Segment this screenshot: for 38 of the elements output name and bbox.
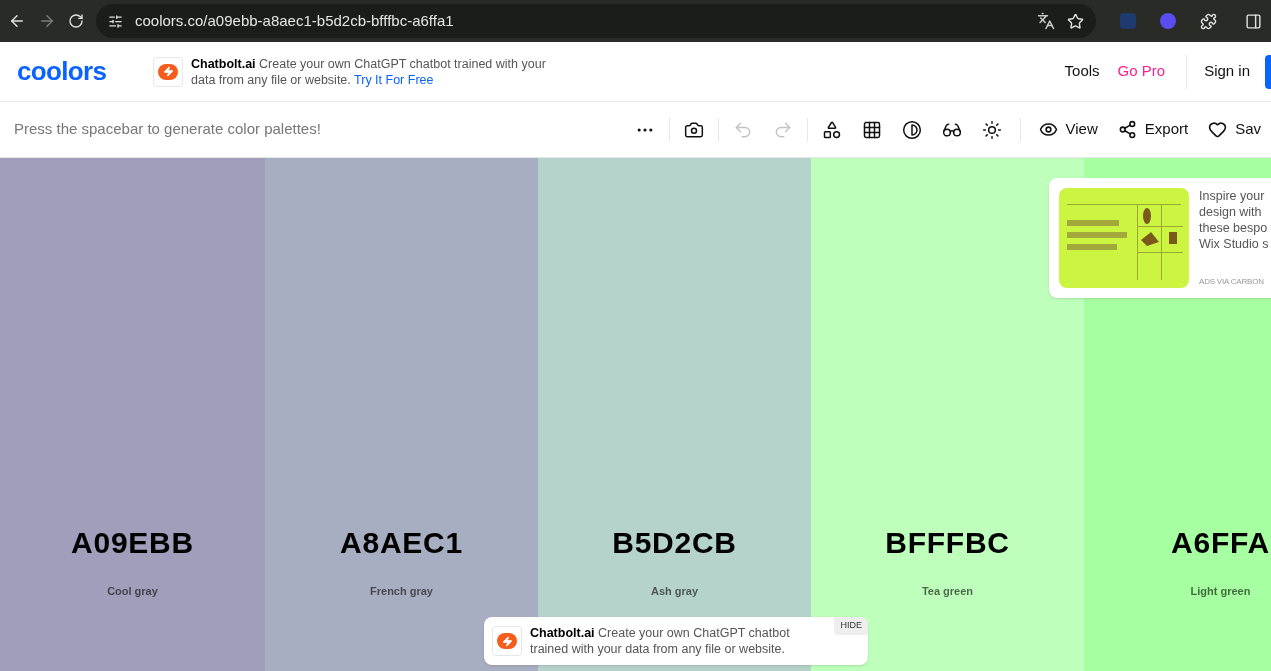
hide-button[interactable]: HIDE — [834, 617, 868, 635]
toolbar-action[interactable]: Export — [1107, 118, 1199, 141]
color-swatch[interactable]: A09EBB Cool gray — [0, 158, 265, 671]
hex-code[interactable]: A09EBB — [71, 520, 194, 565]
url-text: coolors.co/a09ebb-a8aec1-b5d2cb-bfffbc-a6ffa1 — [135, 10, 455, 31]
toolbar-action[interactable]: Sav — [1198, 118, 1271, 141]
ad-description: Inspire your design with these bespo Wix Studio s — [1199, 188, 1269, 252]
color-name: Cool gray — [107, 584, 158, 599]
ad-text: Chatbolt.ai Create your own ChatGPT chatbot trained with your data from any file or website. Try It For Free — [191, 55, 547, 88]
toolbar-action[interactable]: View — [1028, 118, 1108, 141]
color-name: French gray — [370, 584, 433, 599]
nav-link[interactable]: Go Pro — [1108, 60, 1175, 83]
sidebar-icon[interactable] — [1245, 12, 1262, 30]
star-icon[interactable] — [1067, 12, 1084, 30]
hex-code[interactable]: A6FFA — [1171, 520, 1270, 565]
color-name: Light green — [1190, 584, 1251, 599]
heart-icon — [1208, 120, 1228, 139]
nav-link[interactable]: Sign in — [1195, 60, 1259, 83]
ad-link[interactable]: Try It For Free — [354, 72, 434, 87]
color-name: Tea green — [921, 584, 974, 599]
reload-icon[interactable] — [68, 13, 84, 29]
translate-icon[interactable] — [1037, 12, 1055, 30]
hex-code[interactable]: A8AEC1 — [340, 520, 463, 565]
puzzle-icon[interactable] — [1200, 12, 1217, 30]
hex-code[interactable]: B5D2CB — [612, 520, 737, 565]
address-bar[interactable]: coolors.co/a09ebb-a8aec1-b5d2cb-bfffbc-a6ffa1 — [96, 4, 1096, 38]
eye-icon — [1038, 120, 1058, 139]
share-icon — [1117, 120, 1137, 139]
back-icon[interactable] — [8, 12, 26, 30]
ad-logo-icon — [153, 56, 183, 87]
color-name: Ash gray — [650, 584, 699, 599]
extension-icon[interactable] — [1160, 13, 1176, 29]
nav-link[interactable]: Tools — [1055, 60, 1109, 83]
popup-logo-icon — [492, 626, 522, 656]
logo[interactable]: coolors — [17, 52, 153, 91]
hint-text: Press the spacebar to generate color palettes! — [14, 119, 322, 140]
site-info-icon[interactable] — [108, 13, 123, 29]
hex-code[interactable]: BFFFBC — [885, 520, 1010, 565]
